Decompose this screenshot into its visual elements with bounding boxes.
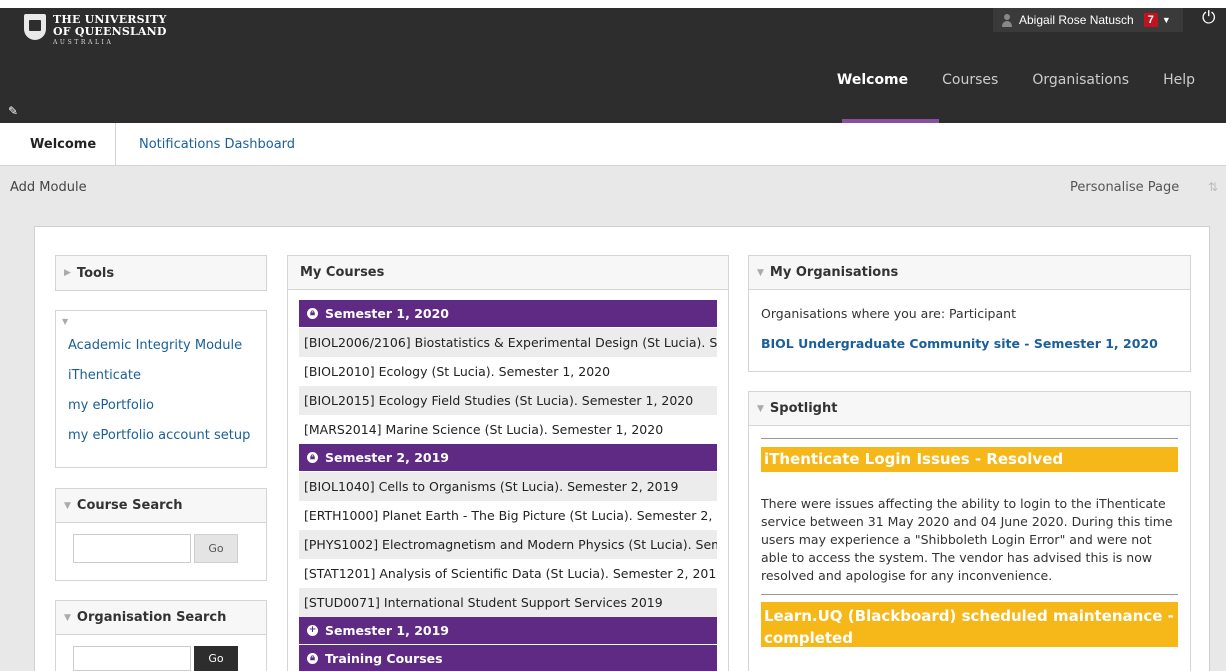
course-row[interactable]: [BIOL2006/2106] Biostatistics & Experime… bbox=[299, 328, 717, 357]
course-search-input[interactable] bbox=[73, 534, 191, 563]
course-row[interactable]: [STUD0071] International Student Support… bbox=[299, 588, 717, 617]
semester-group-header[interactable]: 🔒︎ Semester 1, 2020 bbox=[299, 300, 717, 327]
notification-badge[interactable]: 7 bbox=[1143, 13, 1158, 27]
org-role-text: Organisations where you are: Participant bbox=[761, 306, 1016, 321]
course-row[interactable]: [BIOL2010] Ecology (St Lucia). Semester … bbox=[299, 357, 717, 386]
course-search-go-button[interactable]: Go bbox=[194, 534, 238, 563]
logout-power-icon[interactable]: ⏻ bbox=[1202, 8, 1215, 28]
tool-link-academic-integrity[interactable]: Academic Integrity Module bbox=[68, 338, 242, 353]
course-row[interactable]: [STAT1201] Analysis of Scientific Data (… bbox=[299, 559, 717, 588]
nav-help[interactable]: Help bbox=[1163, 72, 1195, 88]
course-row[interactable]: [PHYS1002] Electromagnetism and Modern P… bbox=[299, 530, 717, 559]
tools-module: ▶ Tools bbox=[55, 255, 267, 291]
my-organisations-title: My Organisations bbox=[769, 265, 899, 280]
course-row[interactable]: [BIOL1040] Cells to Organisms (St Lucia)… bbox=[299, 472, 717, 501]
collapse-triangle-icon[interactable]: ▼ bbox=[757, 404, 764, 414]
logo-line-3: AUSTRALIA bbox=[53, 39, 114, 46]
my-courses-title: My Courses bbox=[288, 256, 728, 290]
user-menu[interactable]: Abigail Rose Natusch 7 ▼ bbox=[993, 8, 1183, 32]
collapse-triangle-icon[interactable]: ▼ bbox=[62, 317, 68, 326]
spotlight-item-title[interactable]: Learn.UQ (Blackboard) scheduled maintena… bbox=[761, 602, 1178, 647]
edit-mode-link-icon[interactable]: ✎ bbox=[8, 104, 18, 118]
nav-courses[interactable]: Courses bbox=[942, 72, 998, 88]
collapse-triangle-icon[interactable]: ▼ bbox=[64, 613, 71, 623]
semester-group-header[interactable]: 🔒︎ Semester 2, 2019 bbox=[299, 444, 717, 471]
chevron-down-icon[interactable]: ▼ bbox=[1162, 15, 1171, 25]
divider bbox=[761, 438, 1178, 439]
plus-circle-icon: + bbox=[307, 625, 318, 636]
org-search-go-button[interactable]: Go bbox=[194, 646, 238, 671]
spotlight-item-body: There were issues affecting the ability … bbox=[761, 496, 1173, 583]
crest-icon bbox=[24, 14, 46, 40]
user-icon bbox=[1001, 13, 1013, 27]
top-header: THE UNIVERSITY OF QUEENSLAND AUSTRALIA A… bbox=[0, 0, 1226, 123]
tool-link-ithenticate[interactable]: iThenticate bbox=[68, 368, 141, 383]
semester-group-header[interactable]: + Semester 1, 2019 bbox=[299, 617, 717, 644]
personalise-page-button[interactable]: Personalise Page bbox=[1070, 180, 1179, 195]
tab-welcome[interactable]: Welcome bbox=[0, 123, 116, 166]
tab-bar: Welcome Notifications Dashboard bbox=[0, 123, 1226, 166]
course-row[interactable]: [MARS2014] Marine Science (St Lucia). Se… bbox=[299, 415, 717, 444]
tool-link-eportfolio-setup[interactable]: my ePortfolio account setup bbox=[68, 428, 250, 443]
org-link-biol-community[interactable]: BIOL Undergraduate Community site - Seme… bbox=[761, 336, 1158, 351]
top-strip bbox=[0, 0, 1226, 8]
collapse-triangle-icon[interactable]: ▼ bbox=[757, 268, 764, 278]
org-search-title: Organisation Search bbox=[76, 610, 227, 625]
spotlight-title: Spotlight bbox=[769, 401, 838, 416]
nav-organisations[interactable]: Organisations bbox=[1032, 72, 1129, 88]
course-search-title: Course Search bbox=[76, 498, 183, 513]
course-row[interactable]: [ERTH1000] Planet Earth - The Big Pictur… bbox=[299, 501, 717, 530]
semester-group-header[interactable]: 🔒︎ Training Courses bbox=[299, 645, 717, 671]
org-search-input[interactable] bbox=[73, 646, 191, 671]
add-module-button[interactable]: Add Module bbox=[10, 180, 87, 195]
lock-icon: 🔒︎ bbox=[307, 652, 318, 664]
expand-triangle-icon[interactable]: ▶ bbox=[64, 268, 71, 278]
collapse-triangle-icon[interactable]: ▼ bbox=[64, 501, 71, 511]
tab-notifications-dashboard[interactable]: Notifications Dashboard bbox=[139, 137, 295, 152]
course-row[interactable]: [BIOL2015] Ecology Field Studies (St Luc… bbox=[299, 386, 717, 415]
tool-link-eportfolio[interactable]: my ePortfolio bbox=[68, 398, 154, 413]
reorder-icon[interactable]: ⇅ bbox=[1208, 180, 1218, 194]
main-nav: Welcome Courses Organisations Help bbox=[803, 72, 1195, 88]
tools-links-panel: ▼ Academic Integrity Module iThenticate … bbox=[55, 310, 267, 468]
lock-icon: 🔒︎ bbox=[307, 452, 318, 463]
spotlight-item-title[interactable]: iThenticate Login Issues - Resolved bbox=[761, 447, 1178, 472]
tools-title: Tools bbox=[76, 265, 115, 281]
lock-icon: 🔒︎ bbox=[307, 308, 318, 319]
divider bbox=[761, 594, 1178, 595]
user-name: Abigail Rose Natusch bbox=[1019, 13, 1134, 27]
nav-welcome[interactable]: Welcome bbox=[837, 72, 908, 88]
university-logo[interactable]: THE UNIVERSITY OF QUEENSLAND AUSTRALIA bbox=[24, 14, 167, 49]
